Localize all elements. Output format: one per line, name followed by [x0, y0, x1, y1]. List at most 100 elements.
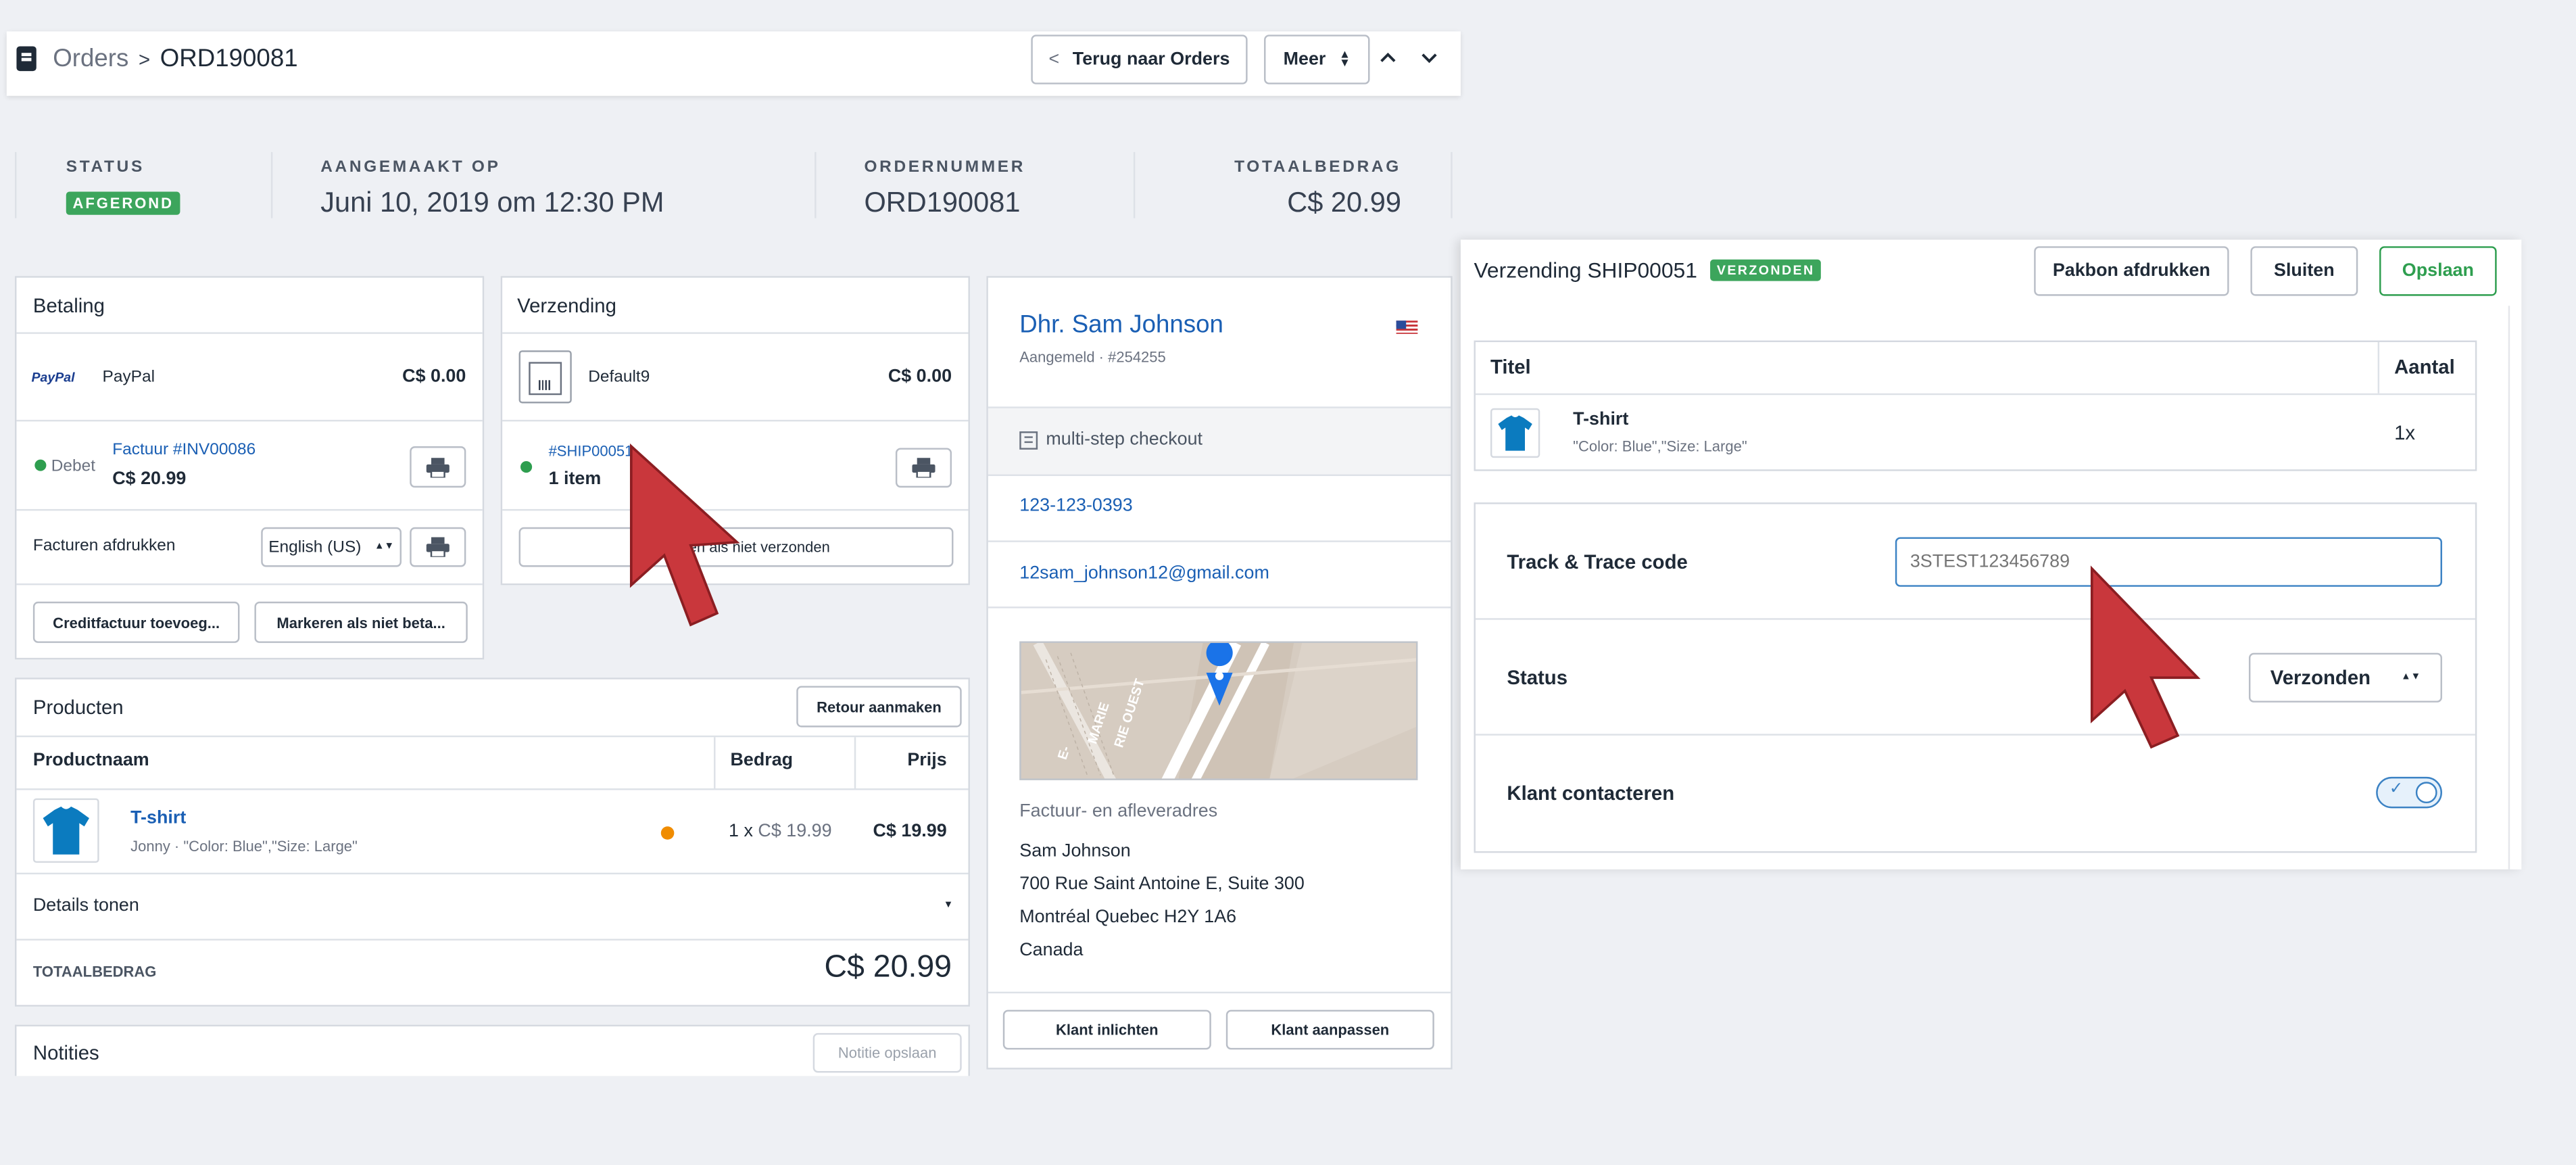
shipment-status-dot [520, 461, 533, 473]
print-packing-button[interactable] [895, 448, 952, 488]
save-note-label: Notitie opslaan [837, 1044, 937, 1062]
tshirt-icon [43, 806, 90, 855]
shipping-method: Default9 [588, 368, 650, 387]
payment-title: Betaling [32, 294, 105, 318]
col-amount: Bedrag [730, 750, 794, 771]
created-value: Juni 10, 2019 om 12:30 PM [320, 187, 664, 218]
shipping-amount: C$ 0.00 [888, 366, 952, 387]
language-select[interactable]: English (US) ▲▼ [261, 527, 402, 567]
shipment-item-meta: "Color: Blue","Size: Large" [1573, 437, 1747, 455]
debit-label: Debet [51, 458, 96, 477]
add-credit-note-label: Creditfactuur toevoeg... [53, 614, 220, 631]
caret-down-icon[interactable]: ▼ [944, 901, 954, 911]
back-to-orders-button[interactable]: < Terug naar Orders [1031, 34, 1248, 85]
chevron-down-icon[interactable] [1419, 46, 1439, 69]
address-line-3: Montréal Quebec H2Y 1A6 [1019, 907, 1237, 928]
order-number-value: ORD190081 [864, 187, 1021, 218]
contact-customer-label: Klant contacteren [1507, 782, 1675, 805]
col-qty: Aantal [2394, 355, 2455, 379]
select-arrows-icon: ▲▼ [374, 542, 395, 552]
breadcrumb: Orders > ORD190081 [53, 45, 297, 73]
customer-phone[interactable]: 123-123-0393 [1019, 496, 1132, 515]
shipment-item-name: T-shirt [1573, 410, 1629, 430]
print-invoices-button[interactable] [410, 527, 466, 567]
product-link[interactable]: T-shirt [130, 808, 186, 828]
add-credit-note-button[interactable]: Creditfactuur toevoeg... [32, 601, 240, 643]
payment-amount: C$ 0.00 [402, 366, 466, 387]
create-return-button[interactable]: Retour aanmaken [796, 686, 962, 728]
us-flag-icon [1396, 320, 1418, 334]
show-details-toggle[interactable]: Details tonen [33, 896, 139, 916]
products-total-value: C$ 20.99 [824, 950, 952, 985]
product-unit-price: C$ 19.99 [758, 821, 832, 842]
col-title: Titel [1490, 355, 1531, 379]
products-total-label: TOTAALBEDRAG [32, 964, 157, 980]
edit-customer-label: Klant aanpassen [1271, 1021, 1390, 1039]
tshirt-icon [1498, 415, 1532, 451]
order-number-label: ORDERNUMMER [864, 158, 1026, 177]
status-select[interactable]: Verzonden ▲▼ [2248, 652, 2442, 703]
address-title: Factuur- en afleveradres [1019, 801, 1218, 822]
print-invoice-button[interactable] [410, 446, 466, 488]
notes-title: Notities [32, 1041, 99, 1065]
save-shipment-label: Opslaan [2402, 261, 2474, 281]
total-label: TOTAALBEDRAG [1234, 158, 1401, 177]
more-label: Meer [1283, 49, 1326, 70]
mark-unpaid-button[interactable]: Markeren als niet beta... [254, 601, 468, 643]
select-arrows-icon: ▲▼ [2401, 672, 2421, 683]
payment-method: PayPal [102, 368, 155, 387]
notify-customer-label: Klant inlichten [1055, 1021, 1159, 1039]
col-price: Prijs [907, 750, 947, 771]
customer-map: MARIE RIE OUEST E- [1019, 641, 1418, 780]
debit-status-dot [34, 459, 47, 471]
more-button[interactable]: Meer ▲ ▼ [1264, 34, 1370, 85]
total-value: C$ 20.99 [1287, 187, 1401, 218]
created-label: AANGEMAAKT OP [320, 158, 501, 177]
address-line-2: 700 Rue Saint Antoine E, Suite 300 [1019, 874, 1305, 895]
language-value: English (US) [268, 538, 362, 556]
product-meta: Jonny · "Color: Blue","Size: Large" [130, 838, 358, 855]
print-packing-slip-button[interactable]: Pakbon afdrukken [2034, 246, 2229, 296]
invoice-link[interactable]: Factuur #INV00086 [112, 442, 256, 460]
customer-email[interactable]: 12sam_johnson12@gmail.com [1019, 564, 1269, 584]
shipment-item-thumbnail [1490, 408, 1540, 458]
shipment-link[interactable]: #SHIP00051 [549, 443, 633, 459]
contact-customer-toggle[interactable]: ✓ [2376, 776, 2442, 809]
create-return-label: Retour aanmaken [817, 698, 942, 715]
close-panel-label: Sluiten [2274, 261, 2335, 281]
product-status-dot [660, 826, 675, 840]
status-label: STATUS [66, 158, 145, 177]
orders-icon [16, 46, 37, 72]
status-select-value: Verzonden [2270, 666, 2371, 690]
save-note-button[interactable]: Notitie opslaan [812, 1032, 962, 1073]
address-line-1: Sam Johnson [1019, 841, 1131, 861]
print-packing-slip-label: Pakbon afdrukken [2052, 261, 2210, 281]
sort-arrows-icon: ▲ ▼ [1338, 49, 1351, 70]
breadcrumb-separator: > [138, 47, 151, 70]
shipping-label-icon [518, 350, 572, 404]
customer-name[interactable]: Dhr. Sam Johnson [1019, 311, 1223, 339]
track-trace-label: Track & Trace code [1507, 550, 1688, 574]
breadcrumb-orders-link[interactable]: Orders [53, 45, 128, 73]
close-panel-button[interactable]: Sluiten [2250, 246, 2358, 296]
shipment-status-badge: VERZONDEN [1710, 259, 1822, 281]
save-shipment-button[interactable]: Opslaan [2379, 246, 2497, 296]
product-qty-value: 1 x [729, 821, 753, 842]
printer-icon [426, 537, 449, 557]
print-invoices-label: Facturen afdrukken [32, 537, 176, 556]
customer-meta: Aangemeld · #254255 [1019, 348, 1166, 366]
col-product-name: Productnaam [32, 750, 149, 771]
notify-customer-button[interactable]: Klant inlichten [1002, 1009, 1211, 1050]
back-to-orders-label: Terug naar Orders [1072, 49, 1230, 70]
printer-icon [912, 458, 935, 478]
address-lines: Sam Johnson 700 Rue Saint Antoine E, Sui… [1019, 834, 1305, 967]
edit-customer-button[interactable]: Klant aanpassen [1225, 1009, 1434, 1050]
status-badge: AFGEROND [66, 191, 180, 215]
status-field-label: Status [1507, 666, 1568, 690]
shipment-items: 1 item [548, 469, 602, 490]
cursor-arrow-icon [629, 443, 740, 627]
shipment-panel-title: Verzending SHIP00051 [1474, 258, 1697, 283]
chevron-up-icon[interactable] [1378, 46, 1398, 69]
check-icon: ✓ [2389, 780, 2404, 799]
breadcrumb-current: ORD190081 [160, 45, 298, 73]
